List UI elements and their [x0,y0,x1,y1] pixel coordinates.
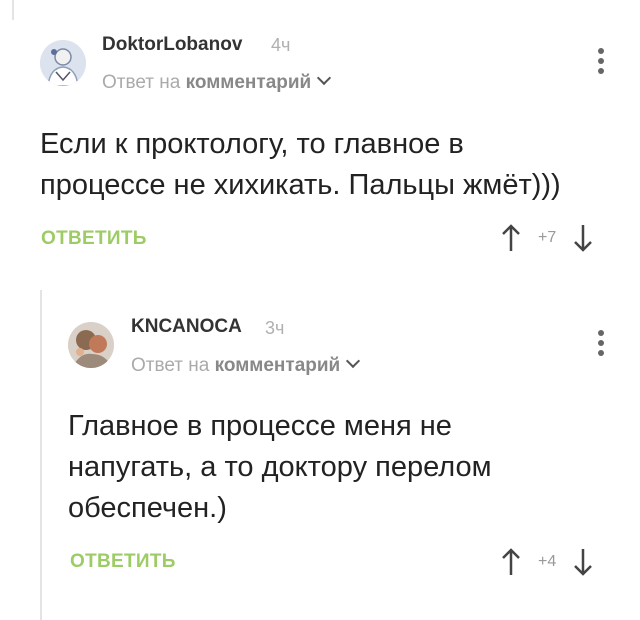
thread-line [40,290,42,620]
avatar[interactable] [68,322,114,368]
downvote-icon[interactable] [572,224,594,252]
vote-score: +4 [538,553,557,570]
reply-target: комментарий [214,355,341,376]
reply-button[interactable]: ОТВЕТИТЬ [41,228,147,250]
more-vertical-icon[interactable] [596,330,606,360]
chevron-down-icon[interactable] [317,70,332,86]
reply-target: комментарий [185,72,312,93]
reply-to-link[interactable]: Ответ на комментарий [131,353,361,377]
comment-text-line: Главное в процессе меня не [68,410,452,442]
thread-line [12,0,14,20]
username[interactable]: DoktorLobanov [102,34,242,56]
comment-text-line: напугать, а то доктору перелом [68,451,492,483]
vote-controls: +4 [500,548,594,576]
comment-text-line: обеспечен.) [68,492,227,524]
comment-text-line: Если к проктологу, то главное в [40,128,464,160]
vote-score: +7 [538,229,557,246]
upvote-icon[interactable] [500,224,522,252]
reply-button[interactable]: ОТВЕТИТЬ [70,551,176,573]
comment-text: Если к проктологу, то главное в процессе… [40,124,561,206]
reply-prefix: Ответ на [131,355,210,376]
downvote-icon[interactable] [572,548,594,576]
username[interactable]: KNCANOCA [131,316,242,338]
more-vertical-icon[interactable] [596,48,606,78]
upvote-icon[interactable] [500,548,522,576]
reply-prefix: Ответ на [102,72,181,93]
comment-text: Главное в процессе меня не напугать, а т… [68,406,492,529]
chevron-down-icon[interactable] [346,353,361,369]
avatar[interactable] [40,40,86,86]
timestamp: 3ч [265,318,285,338]
comment-text-line: процессе не хихикать. Пальцы жмёт))) [40,169,561,201]
reply-to-link[interactable]: Ответ на комментарий [102,70,332,94]
vote-controls: +7 [500,224,594,252]
timestamp: 4ч [271,35,291,55]
